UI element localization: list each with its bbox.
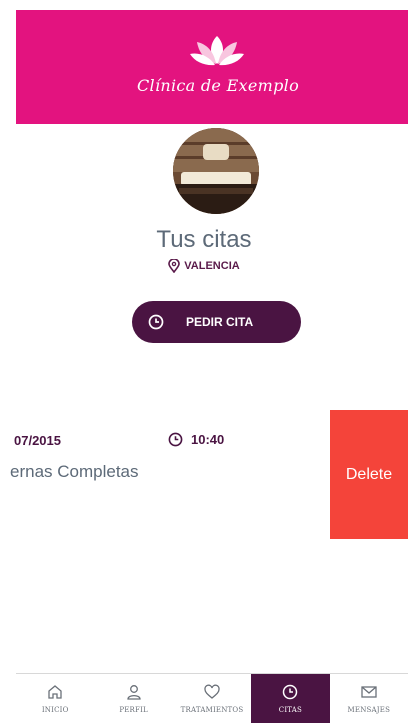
tab-label: TRATAMIENTOS (180, 706, 244, 714)
heart-icon (204, 684, 220, 699)
book-appointment-label: PEDIR CITA (186, 315, 254, 329)
page-title: Tus citas (156, 226, 252, 253)
home-icon (48, 685, 62, 699)
tab-label: PERFIL (119, 706, 148, 714)
location-text: VALENCIA (184, 260, 240, 272)
mail-icon (361, 686, 377, 698)
book-appointment-button[interactable]: PEDIR CITA (132, 301, 301, 343)
brand-name: Clínica de Exemplo (136, 76, 300, 95)
clock-icon (283, 684, 298, 700)
appointment-treatment: ernas Completas (10, 462, 139, 481)
map-pin-icon (168, 259, 181, 273)
lotus-icon (190, 36, 244, 66)
tab-label: INICIO (41, 706, 69, 714)
location-label: VALENCIA (0, 259, 408, 273)
tab-tratamientos[interactable]: TRATAMIENTOS (173, 674, 251, 723)
tab-label: MENSAJES (347, 706, 391, 714)
user-icon (126, 685, 141, 700)
tab-inicio[interactable]: INICIO (16, 674, 94, 723)
clock-icon (148, 314, 164, 330)
tab-citas[interactable]: CITAS (251, 674, 330, 723)
tab-label: CITAS (278, 706, 303, 714)
appointment-time-text: 10:40 (191, 432, 225, 447)
tab-perfil[interactable]: PERFIL (94, 674, 172, 723)
appointment-time: 10:40 (168, 432, 224, 447)
avatar (173, 128, 259, 214)
clock-icon (168, 432, 183, 447)
tab-mensajes[interactable]: MENSAJES (330, 674, 408, 723)
delete-button[interactable]: Delete (330, 410, 408, 539)
appointment-date: 07/2015 (14, 433, 61, 448)
tab-bar: INICIO PERFIL TRATAMIENTOS CITAS MENSAJE… (16, 673, 408, 723)
